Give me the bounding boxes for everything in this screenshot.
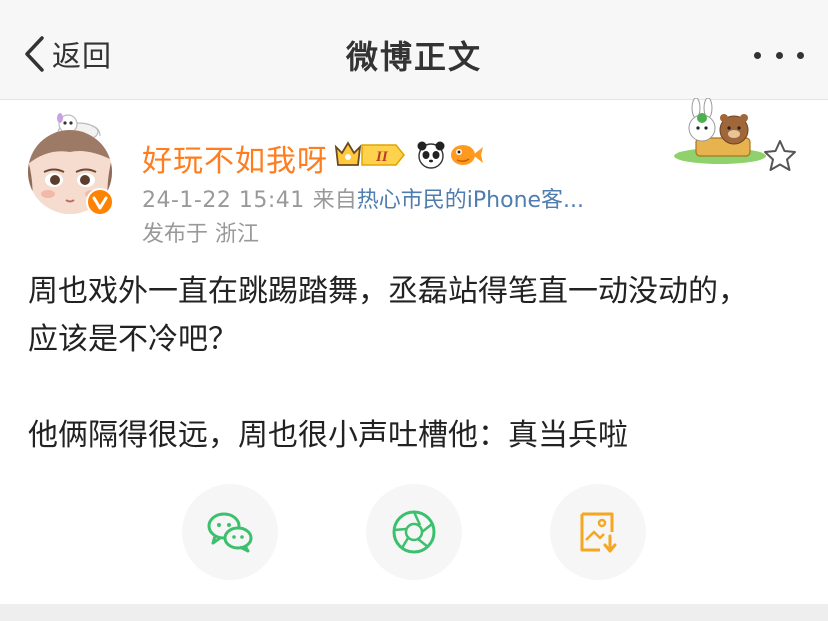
post-source-link[interactable]: 热心市民的iPhone客... [357,188,584,213]
author-name[interactable]: 好玩不如我呀 [142,136,328,180]
post-source-prefix: 来自 [312,188,357,213]
member-crown-badge-icon: II [334,141,405,166]
panda-badge-icon [417,141,445,169]
more-button[interactable] [754,44,804,66]
author-badges: II [332,138,484,172]
share-moments-button[interactable] [366,484,462,580]
wechat-icon [207,512,253,553]
post-location: 发布于 浙江 [142,222,259,247]
fish-badge-icon [451,145,483,165]
share-wechat-button[interactable] [182,484,278,580]
post-time: 24-1-22 15:41 [142,188,305,213]
page-title: 微博正文 [345,38,482,76]
author-avatar-wrap[interactable] [26,112,126,216]
favorite-star-icon[interactable] [762,138,798,174]
rabbit-bear-sticker-icon [674,98,766,164]
post-paragraph: 周也戏外一直在跳踢踏舞，丞磊站得笔直一动没动的，应该是不冷吧？ [28,274,748,357]
bottom-divider [0,604,828,621]
post-paragraph: 他俩隔得很远，周也很小声吐槽他：真当兵啦 [28,418,628,453]
post-content: 周也戏外一直在跳踢踏舞，丞磊站得笔直一动没动的，应该是不冷吧？ 他俩隔得很远，周… [28,268,758,460]
save-image-icon [580,512,617,553]
ellipsis-icon [754,51,804,59]
post-meta: 24-1-22 15:41 来自热心市民的iPhone客... [142,182,584,214]
share-actions [0,484,828,584]
verified-badge-icon [86,188,114,216]
navigation-bar: 返回 微博正文 [0,0,828,100]
save-image-button[interactable] [550,484,646,580]
level-badge-text: II [375,149,389,165]
moments-aperture-icon [392,510,436,554]
